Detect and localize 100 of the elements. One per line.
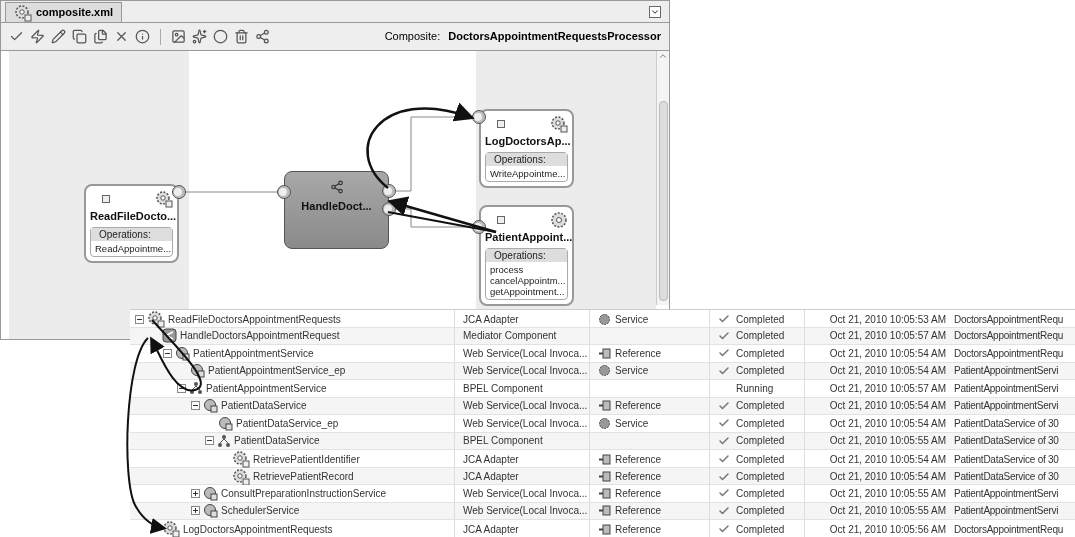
table-cell-text: JCA Adapter [463,452,519,467]
image-icon[interactable] [171,29,186,44]
scrollbar[interactable] [656,51,669,305]
lightning-icon[interactable] [30,29,45,44]
table-cell-text: Completed [736,470,785,484]
expand-icon[interactable] [191,488,200,498]
collapse-icon[interactable] [163,348,172,358]
table-cell-text: Oct 21, 2010 10:05:55 AM [829,504,946,519]
table-cell-text: DoctorsAppointmentRequ [954,312,1063,327]
table-cell-text: ConsultPreparationInstructionService [221,486,387,501]
table-cell-text: JCA Adapter [463,522,519,537]
table-cell-text: PatientAppointmentService_ep [208,364,346,379]
expand-icon[interactable] [191,506,200,516]
operations-header: Operations: [486,248,567,262]
table-cell-text: JCA Adapter [463,312,519,327]
table-cell-text: PatientAppointmentServi [954,504,1059,519]
table-cell-text: Oct 21, 2010 10:05:55 AM [829,486,946,501]
table-cell-text: Completed [736,486,785,501]
node-title: LogDoctorsAp... [485,134,568,149]
table-cell-text: Oct 21, 2010 10:05:54 AM [829,416,946,431]
table-cell-text: PatientAppointmentService [193,346,314,361]
table-cell-text: Service [615,416,649,431]
table-row[interactable]: ReadFileDoctorsAppointmentRequests JCA Adapter Service Completed Oct 21, 2010 10:05:53 AM DoctorsAppointmentRequ [130,310,1075,328]
operation-label: getAppointment... [490,285,563,297]
table-cell-text: Reference [615,522,662,537]
table-row[interactable]: PatientDataService_ep Web Service(Local Invoca... Service Completed Oct 21, 2010 10:05:54 AM PatientDataService of 30 [130,415,1075,433]
operation-label: cancelAppointm... [490,274,563,286]
operation-label: process [490,263,525,275]
table-cell-text: DoctorsAppointmentRequ [954,346,1063,361]
table-cell-text: Reference [615,470,662,484]
collapse-icon[interactable] [135,314,144,324]
table-cell-text: Completed [736,522,785,537]
link-icon [598,522,611,536]
operations-header: Operations: [486,152,567,166]
table-cell-text: BPEL Component [463,434,543,449]
link-icon [598,486,611,500]
trash-icon[interactable] [234,29,249,44]
table-cell-text: LogDoctorsAppointmentRequests [183,522,333,537]
collapse-icon[interactable] [205,436,214,446]
table-cell-text: PatientDataService [234,434,320,449]
fork-icon[interactable] [255,29,270,44]
table-cell-text: Completed [736,434,785,449]
table-cell-text: Web Service(Local Invoca... [463,416,588,431]
table-cell-text: Web Service(Local Invoca... [463,364,588,379]
table-cell-text: Oct 21, 2010 10:05:54 AM [829,470,946,484]
pencil-icon[interactable] [51,29,66,44]
table-cell-text: Completed [736,452,785,467]
copy-icon[interactable] [72,29,87,44]
table-cell-text: Reference [615,452,662,467]
table-cell-text: Oct 21, 2010 10:05:55 AM [829,434,946,449]
adapter-icon [232,467,250,486]
operation-label: WriteAppointme... [490,167,563,179]
sparkle-icon[interactable] [192,29,207,44]
globe-icon [190,363,205,379]
table-cell-text: Web Service(Local Invoca... [463,346,588,361]
table-cell-text: PatientDataService_ep [236,416,339,431]
table-cell-text: Reference [615,399,662,414]
table-cell-text: SchedulerService [221,504,300,519]
table-cell-text: PatientAppointmentServi [954,486,1059,501]
info-icon[interactable] [135,29,150,44]
table-cell-text: RetrievePatientIdentifier [253,452,360,467]
editor-tab[interactable]: composite.xml [5,2,123,22]
table-cell-text: BPEL Component [463,381,543,396]
files-icon[interactable] [93,29,108,44]
table-cell-text: Completed [736,312,785,327]
link-icon [598,470,611,483]
service-node[interactable]: ReadFileDocto... Operations: ReadAppointme... [84,184,179,263]
table-cell-text: Oct 21, 2010 10:05:56 AM [829,522,946,537]
collapse-icon[interactable] [191,401,200,411]
collapse-icon[interactable] [177,383,186,393]
node-title: HandleDoct... [301,199,372,214]
table-cell-text: DoctorsAppointmentRequ [954,522,1063,537]
table-cell-text: Reference [615,486,662,501]
table-cell-text: Completed [736,364,785,379]
composite-label: Composite: [384,29,441,45]
globe-icon [203,485,218,501]
table-cell-text: Web Service(Local Invoca... [463,504,588,519]
close-icon[interactable] [114,29,129,44]
caret-icon [650,7,660,17]
table-row[interactable]: RetrievePatientIdentifier JCA Adapter Reference Completed Oct 21, 2010 10:05:54 AM PatientDataService of 30 [130,450,1075,468]
link-icon [598,346,611,360]
globe-icon [218,415,233,431]
table-cell-text: Oct 21, 2010 10:05:57 AM [829,329,946,344]
tree-icon [189,381,203,396]
table-row[interactable]: PatientAppointmentService Web Service(Local Invoca... Reference Completed Oct 21, 2010 10:05:54 AM DoctorsAppointmentRequ [130,345,1075,363]
table-row[interactable]: ConsultPreparationInstructionService Web Service(Local Invoca... Reference Completed Oct 21, 2010 10:05:55 AM PatientAppointmentServi [130,485,1075,503]
table-cell-text: Reference [615,504,662,519]
dropdown-button[interactable] [649,6,661,18]
table-row[interactable]: PatientAppointmentService BPEL Component Running Oct 21, 2010 10:05:57 AM PatientAppointmentServi [130,380,1075,398]
table-cell-text: Web Service(Local Invoca... [463,399,588,414]
table-cell-text: HandleDoctorsAppointmentRequest [180,329,340,344]
circle-icon[interactable] [213,29,228,44]
table-cell-text: Running [736,381,774,396]
table-cell-text: Oct 21, 2010 10:05:57 AM [829,381,946,396]
table-cell-text: Service [615,364,649,379]
service-node[interactable]: LogDoctorsAp... Operations: WriteAppointme... [479,109,574,188]
link-icon [598,504,611,518]
link-icon [598,399,611,413]
component-node[interactable]: HandleDoct... [284,171,389,249]
adapter-icon [162,520,180,537]
